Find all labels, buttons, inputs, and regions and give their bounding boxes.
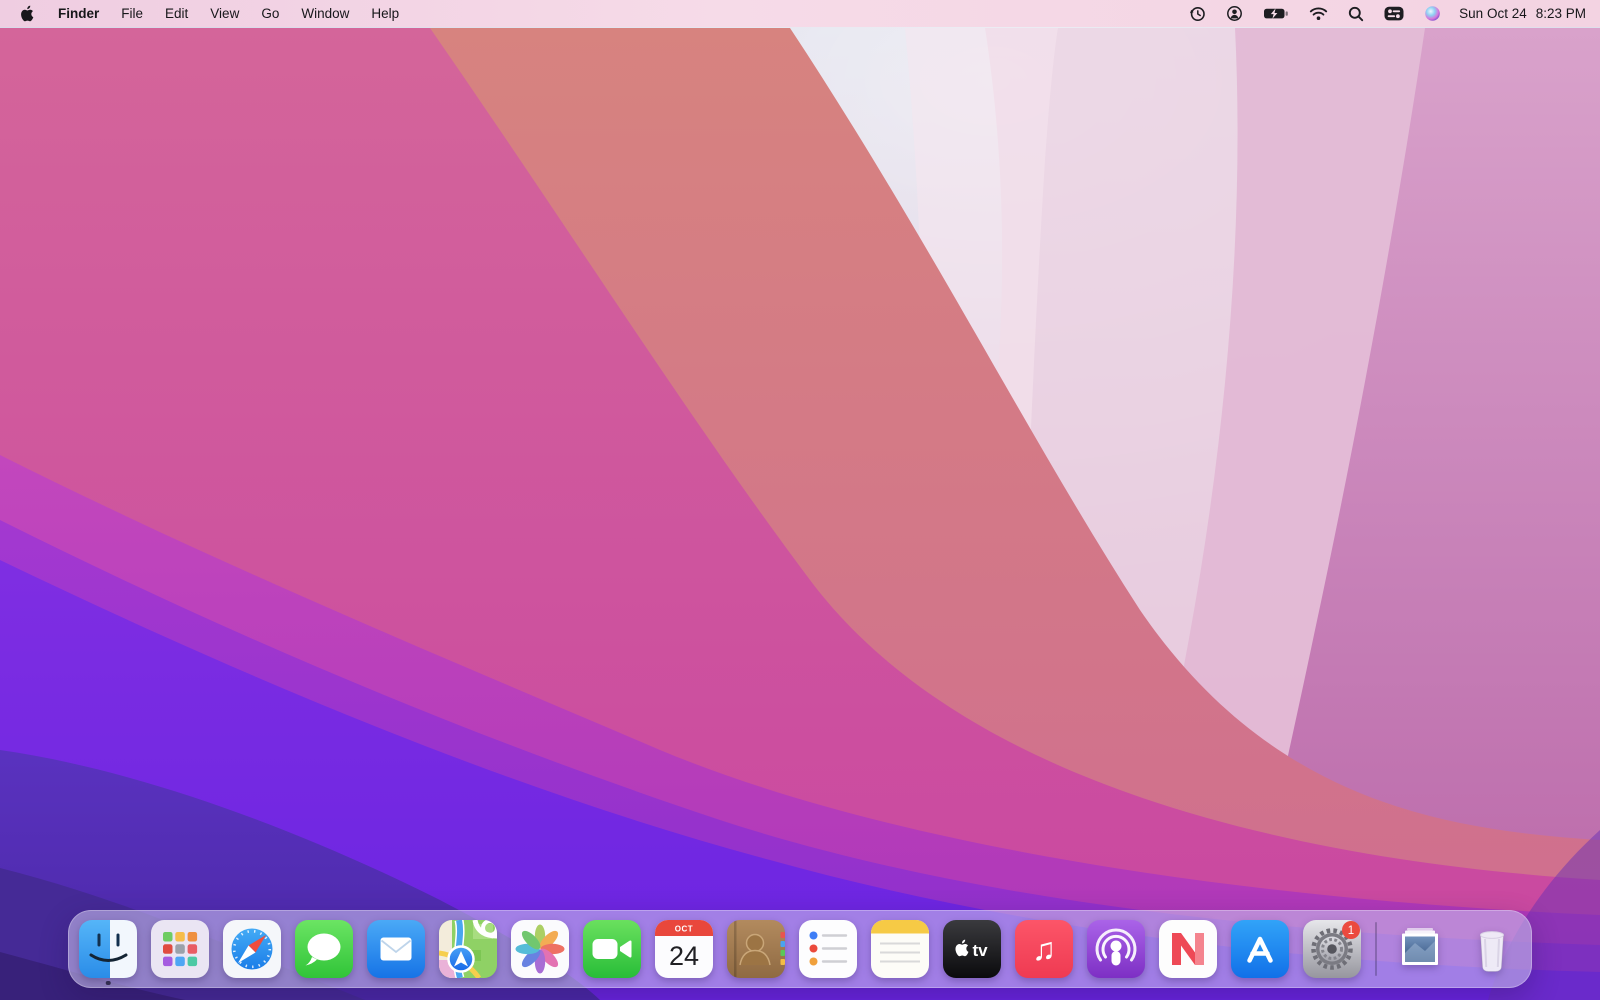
dock-item-system-preferences[interactable]: 1 (1303, 920, 1361, 978)
photos-icon (511, 920, 569, 978)
menu-bar-status: Sun Oct 24 8:23 PM (1179, 5, 1600, 22)
screenshot-file-icon (1391, 920, 1449, 978)
dock-item-contacts[interactable] (727, 920, 785, 978)
dock-item-maps[interactable] (439, 920, 497, 978)
podcasts-icon (1087, 920, 1145, 978)
svg-text:♫: ♫ (1032, 931, 1056, 967)
music-icon: ♫ (1015, 920, 1073, 978)
dock-item-calendar[interactable]: OCT 24 (655, 920, 713, 978)
dock: OCT 24 (68, 910, 1532, 988)
menu-help[interactable]: Help (360, 6, 410, 21)
news-icon (1159, 920, 1217, 978)
clock-time: 8:23 PM (1536, 6, 1586, 21)
dock-item-app-store[interactable] (1231, 920, 1289, 978)
calendar-day: 24 (669, 941, 699, 971)
dock-item-notes[interactable] (871, 920, 929, 978)
safari-icon (223, 920, 281, 978)
dock-item-finder[interactable] (79, 920, 137, 978)
siri-icon[interactable] (1414, 5, 1451, 22)
dock-item-launchpad[interactable] (151, 920, 209, 978)
dock-item-news[interactable] (1159, 920, 1217, 978)
launchpad-icon (151, 920, 209, 978)
tv-icon: tv (943, 920, 1001, 978)
menu-edit[interactable]: Edit (154, 6, 199, 21)
clock-date: Sun Oct 24 (1459, 6, 1527, 21)
app-menu-finder[interactable]: Finder (47, 6, 110, 21)
menu-go[interactable]: Go (250, 6, 290, 21)
dock-item-facetime[interactable] (583, 920, 641, 978)
menu-bar: Finder File Edit View Go Window Help (0, 0, 1600, 27)
dock-item-podcasts[interactable] (1087, 920, 1145, 978)
dock-item-reminders[interactable] (799, 920, 857, 978)
time-machine-icon[interactable] (1179, 5, 1216, 22)
apple-menu[interactable] (16, 5, 47, 22)
control-center-icon[interactable] (1374, 5, 1414, 22)
menu-window[interactable]: Window (290, 6, 360, 21)
notification-badge: 1 (1342, 921, 1360, 939)
maps-icon (439, 920, 497, 978)
menu-bar-left: Finder File Edit View Go Window Help (0, 5, 410, 22)
wallpaper-monterey (0, 0, 1600, 1000)
dock-item-photos[interactable] (511, 920, 569, 978)
dock-item-safari[interactable] (223, 920, 281, 978)
desktop[interactable] (0, 0, 1600, 1000)
spotlight-search-icon[interactable] (1338, 6, 1374, 22)
tv-label: tv (972, 941, 988, 960)
reminders-icon (799, 920, 857, 978)
menu-view[interactable]: View (199, 6, 250, 21)
mail-icon (367, 920, 425, 978)
dock-divider[interactable] (1375, 922, 1377, 976)
dock-item-music[interactable]: ♫ (1015, 920, 1073, 978)
apple-logo-icon (20, 5, 34, 22)
facetime-icon (583, 920, 641, 978)
trash-icon (1463, 920, 1521, 978)
messages-icon (295, 920, 353, 978)
system-preferences-icon: 1 (1303, 920, 1361, 978)
app-store-icon (1231, 920, 1289, 978)
notes-icon (871, 920, 929, 978)
battery-charging-icon[interactable] (1253, 5, 1299, 22)
badge-count: 1 (1348, 925, 1354, 937)
dock-item-messages[interactable] (295, 920, 353, 978)
user-switching-icon[interactable] (1216, 5, 1253, 22)
dock-item-screenshot-file[interactable] (1391, 920, 1449, 978)
dock-item-mail[interactable] (367, 920, 425, 978)
dock-item-trash[interactable] (1463, 920, 1521, 978)
wifi-icon[interactable] (1299, 6, 1338, 21)
menu-file[interactable]: File (110, 6, 154, 21)
contacts-icon (727, 920, 785, 978)
finder-running-indicator (106, 981, 111, 986)
calendar-icon: OCT 24 (655, 920, 713, 978)
finder-icon (79, 920, 137, 978)
menu-bar-clock[interactable]: Sun Oct 24 8:23 PM (1451, 6, 1586, 21)
dock-item-tv[interactable]: tv (943, 920, 1001, 978)
calendar-month: OCT (675, 925, 693, 934)
